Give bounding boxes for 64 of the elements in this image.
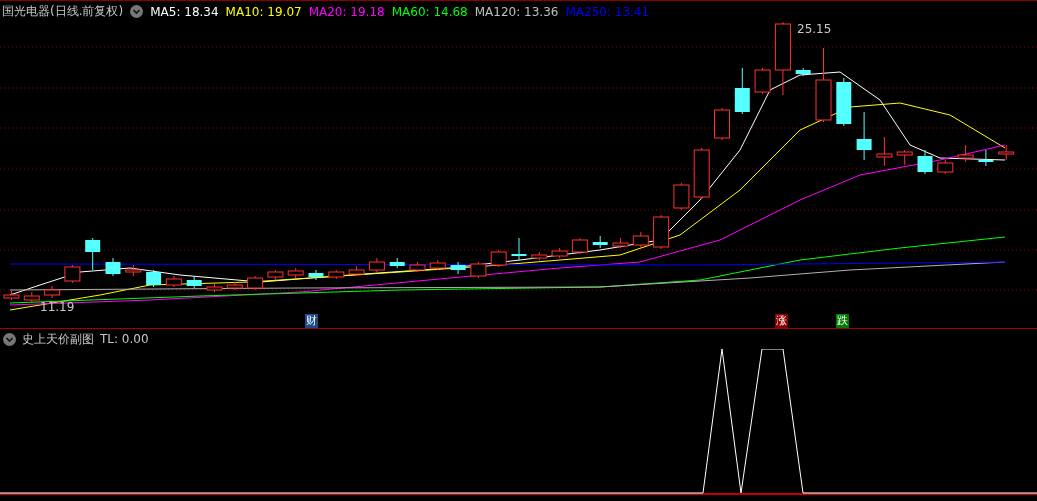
candlestick: [409, 261, 426, 273]
candlestick: [714, 107, 730, 141]
candlestick: [571, 237, 588, 255]
candlestick: [165, 275, 182, 288]
indicator-value: MA20: 19.18: [308, 4, 385, 19]
candlestick: [957, 144, 974, 163]
event-marker[interactable]: 跌: [836, 314, 849, 328]
candlestick: [653, 214, 670, 250]
candlestick: [754, 67, 771, 95]
candlestick: [368, 257, 385, 273]
candlestick: [328, 269, 345, 280]
candlestick: [146, 269, 162, 288]
candlestick: [856, 111, 872, 161]
indicator-reading: TL: 0.00: [100, 332, 149, 346]
candlestick: [3, 289, 20, 301]
candlestick: [937, 159, 954, 175]
indicator-title: 史上天价副图: [22, 330, 94, 348]
indicator-value: MA5: 18.34: [150, 4, 219, 19]
candlestick: [247, 275, 264, 291]
event-marker[interactable]: 涨: [775, 314, 788, 328]
candlestick: [551, 247, 568, 259]
stock-title: 国光电器(日线.前复权): [2, 3, 124, 20]
high-price-label: 25.15: [797, 22, 832, 36]
indicator-value: MA60: 14.68: [391, 4, 468, 19]
candlestick: [308, 269, 324, 281]
event-marker[interactable]: 财: [305, 314, 318, 328]
candlestick: [64, 264, 81, 284]
candlestick: [511, 237, 527, 261]
candlestick: [348, 265, 365, 277]
candlestick: [978, 149, 994, 167]
collapse-icon[interactable]: [3, 332, 16, 346]
candlestick: [23, 291, 40, 303]
candlestick: [44, 285, 61, 299]
candlestick: [612, 237, 629, 249]
candlestick: [795, 67, 811, 77]
indicator-value: MA120: 13.36: [474, 4, 559, 19]
indicator-value: MA10: 19.07: [225, 4, 302, 19]
low-price-label: 11.19: [40, 300, 75, 314]
candlestick: [673, 182, 690, 211]
candlestick: [876, 136, 893, 167]
candlestick: [632, 231, 649, 249]
candlestick: [470, 261, 487, 279]
candlestick: [125, 264, 142, 277]
candlestick: [490, 249, 507, 268]
candlestick: [287, 267, 304, 279]
candlestick: [105, 257, 121, 277]
candlestick: [531, 251, 548, 261]
candlestick: [267, 269, 284, 281]
candlestick: [389, 257, 405, 269]
candlestick: [693, 147, 710, 200]
candlestick: [85, 237, 101, 271]
collapse-icon[interactable]: [130, 5, 144, 18]
candlestick: [429, 259, 446, 271]
candlestick: [896, 149, 913, 166]
candlestick: [592, 235, 608, 249]
candlestick: [226, 281, 243, 291]
candlestick: [450, 261, 466, 275]
indicator-value: MA250: 13.41: [565, 4, 650, 19]
candlestick: [836, 77, 852, 127]
candlestick: [998, 144, 1015, 161]
candlestick: [917, 149, 933, 175]
candlestick: [734, 67, 750, 115]
candlestick: [186, 275, 202, 289]
candlestick: [206, 283, 223, 293]
